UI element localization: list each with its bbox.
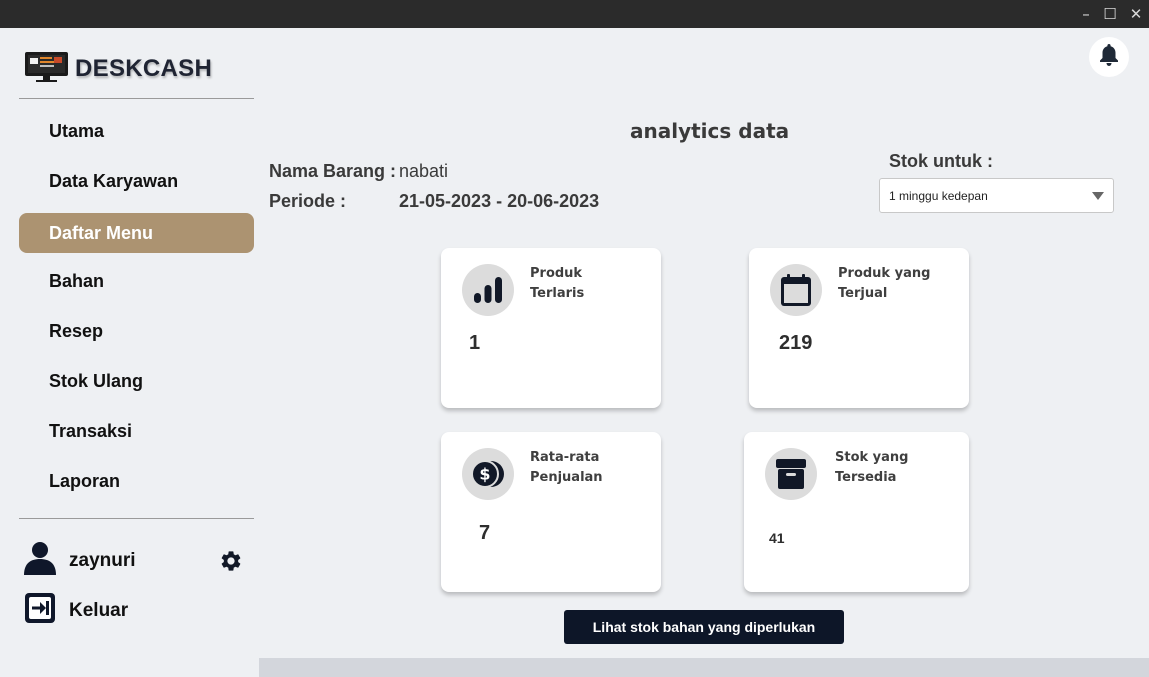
calendar-icon [770, 264, 822, 316]
sidebar-item-utama[interactable]: Utama [19, 111, 254, 151]
notification-button[interactable] [1089, 37, 1129, 77]
stok-untuk-selected-value: 1 minggu kedepan [889, 188, 988, 203]
window-titlebar: – ☐ ✕ [0, 0, 1149, 28]
bell-icon [1100, 43, 1118, 71]
nama-barang-label: Nama Barang : [269, 161, 397, 181]
dropdown-arrow-icon [1092, 192, 1104, 200]
nama-barang-value: nabati [399, 161, 449, 181]
card-value: 7 [479, 522, 491, 544]
card-label: Rata-rata Penjualan [530, 450, 603, 485]
sidebar-divider-top [19, 98, 254, 99]
minimize-button[interactable]: – [1076, 4, 1096, 24]
box-icon [765, 448, 817, 500]
card-rata-rata-penjualan: $ Rata-rata Penjualan 7 [441, 432, 661, 592]
lihat-stok-bahan-button[interactable]: Lihat stok bahan yang diperlukan [564, 610, 844, 644]
sidebar-item-data-karyawan[interactable]: Data Karyawan [19, 161, 254, 201]
periode-label: Periode : [269, 191, 347, 211]
logout-label: Keluar [69, 599, 129, 621]
settings-gear-icon[interactable] [219, 549, 243, 578]
computer-logo-icon [24, 51, 69, 88]
brand: DESKCASH [24, 51, 213, 88]
logout-icon [24, 592, 56, 629]
brand-name: DESKCASH [75, 55, 213, 82]
card-value: 41 [769, 530, 785, 546]
close-button[interactable]: ✕ [1126, 4, 1146, 24]
sidebar-item-daftar-menu[interactable]: Daftar Menu [19, 213, 254, 253]
sidebar-item-bahan[interactable]: Bahan [19, 261, 254, 301]
card-stok-tersedia: Stok yang Tersedia 41 [744, 432, 969, 592]
page-title: analytics data [630, 119, 790, 143]
sidebar: DESKCASH Utama Data Karyawan Daftar Menu… [0, 28, 265, 677]
card-label: Produk yang Terjual [838, 266, 931, 301]
card-value: 219 [779, 332, 813, 354]
coins-icon: $ [462, 448, 514, 500]
periode-value: 21-05-2023 - 20-06-2023 [399, 191, 600, 211]
card-produk-terjual: Produk yang Terjual 219 [749, 248, 969, 408]
user-profile: zaynuri [24, 541, 136, 580]
card-label: Produk Terlaris [530, 266, 585, 301]
svg-text:$: $ [479, 465, 490, 484]
bottom-scroll-bar [259, 658, 1149, 677]
sidebar-item-transaksi[interactable]: Transaksi [19, 411, 254, 451]
bar-chart-icon [462, 264, 514, 316]
user-avatar-icon [24, 541, 56, 580]
stok-untuk-select[interactable]: 1 minggu kedepan [879, 178, 1114, 213]
card-label: Stok yang Tersedia [835, 450, 909, 485]
maximize-button[interactable]: ☐ [1100, 4, 1120, 24]
sidebar-item-resep[interactable]: Resep [19, 311, 254, 351]
card-produk-terlaris: Produk Terlaris 1 [441, 248, 661, 408]
sidebar-item-stok-ulang[interactable]: Stok Ulang [19, 361, 254, 401]
stok-untuk-label: Stok untuk : [889, 151, 993, 171]
card-value: 1 [469, 332, 481, 354]
sidebar-divider-bottom [19, 518, 254, 519]
sidebar-item-laporan[interactable]: Laporan [19, 461, 254, 501]
logout-button[interactable]: Keluar [24, 592, 128, 629]
user-name: zaynuri [69, 549, 136, 571]
